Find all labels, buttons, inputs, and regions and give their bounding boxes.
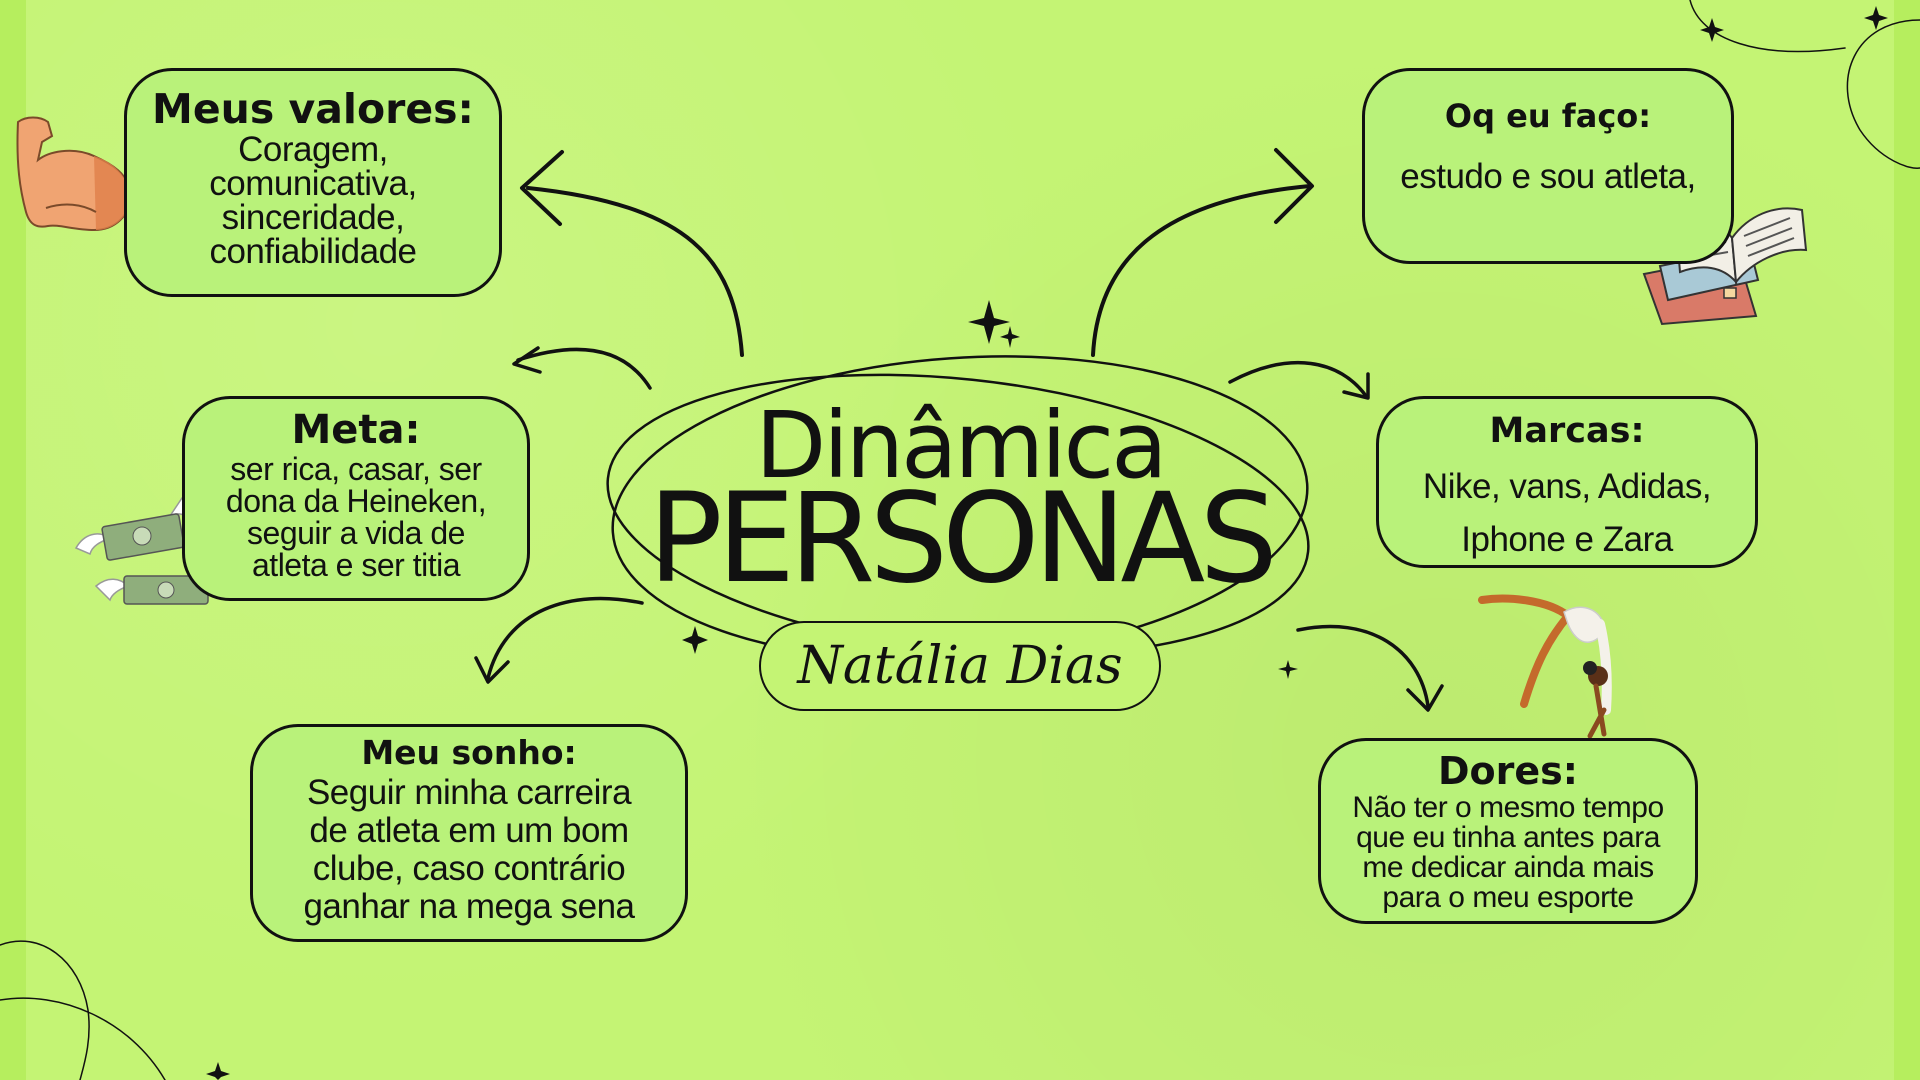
box-heading: Meu sonho: xyxy=(361,733,577,772)
box-line: confiabilidade xyxy=(209,232,417,271)
box-line: ganhar na mega sena xyxy=(303,887,635,926)
box-heading: Dores: xyxy=(1438,749,1578,793)
box-marcas: Marcas: Nike, vans, Adidas, Iphone e Zar… xyxy=(1376,396,1758,568)
box-line: me dedicar ainda mais xyxy=(1362,851,1654,884)
box-line: atleta e ser titia xyxy=(252,547,461,583)
box-line: comunicativa, xyxy=(209,164,417,203)
box-heading: Meta: xyxy=(291,407,421,453)
box-heading: Oq eu faço: xyxy=(1444,97,1652,135)
box-line: sinceridade, xyxy=(221,198,405,237)
flexed-arm-icon xyxy=(16,116,132,232)
box-line: para o meu esporte xyxy=(1382,881,1634,914)
box-line: estudo e sou atleta, xyxy=(1400,157,1696,196)
box-line: ser rica, casar, ser xyxy=(230,451,482,487)
box-line: Iphone e Zara xyxy=(1461,520,1673,559)
box-meu-sonho: Meu sonho: Seguir minha carreira de atle… xyxy=(250,724,688,942)
persona-name: Natália Dias xyxy=(797,636,1123,696)
box-line: de atleta em um bom xyxy=(309,811,629,850)
box-heading: Meus valores: xyxy=(152,85,474,133)
box-line: Não ter o mesmo tempo xyxy=(1352,791,1664,824)
name-pill: Natália Dias xyxy=(759,621,1161,711)
gymnast-icon xyxy=(1478,594,1612,739)
box-line: que eu tinha antes para xyxy=(1356,821,1660,854)
box-oq-eu-faco: Oq eu faço: estudo e sou atleta, xyxy=(1362,68,1734,264)
box-line: seguir a vida de xyxy=(247,515,465,551)
box-meus-valores: Meus valores: Coragem, comunicativa, sin… xyxy=(124,68,502,297)
box-heading: Marcas: xyxy=(1489,411,1645,451)
box-meta: Meta: ser rica, casar, ser dona da Heine… xyxy=(182,396,530,601)
box-line: Coragem, xyxy=(238,130,388,169)
title-personas: PERSONAS xyxy=(648,467,1278,611)
box-line: dona da Heineken, xyxy=(225,483,487,519)
box-line: Seguir minha carreira xyxy=(306,773,632,812)
box-line: Nike, vans, Adidas, xyxy=(1422,467,1712,506)
box-line: clube, caso contrário xyxy=(312,849,626,888)
box-dores: Dores: Não ter o mesmo tempo que eu tinh… xyxy=(1318,738,1698,924)
flying-money-icon xyxy=(74,497,195,561)
